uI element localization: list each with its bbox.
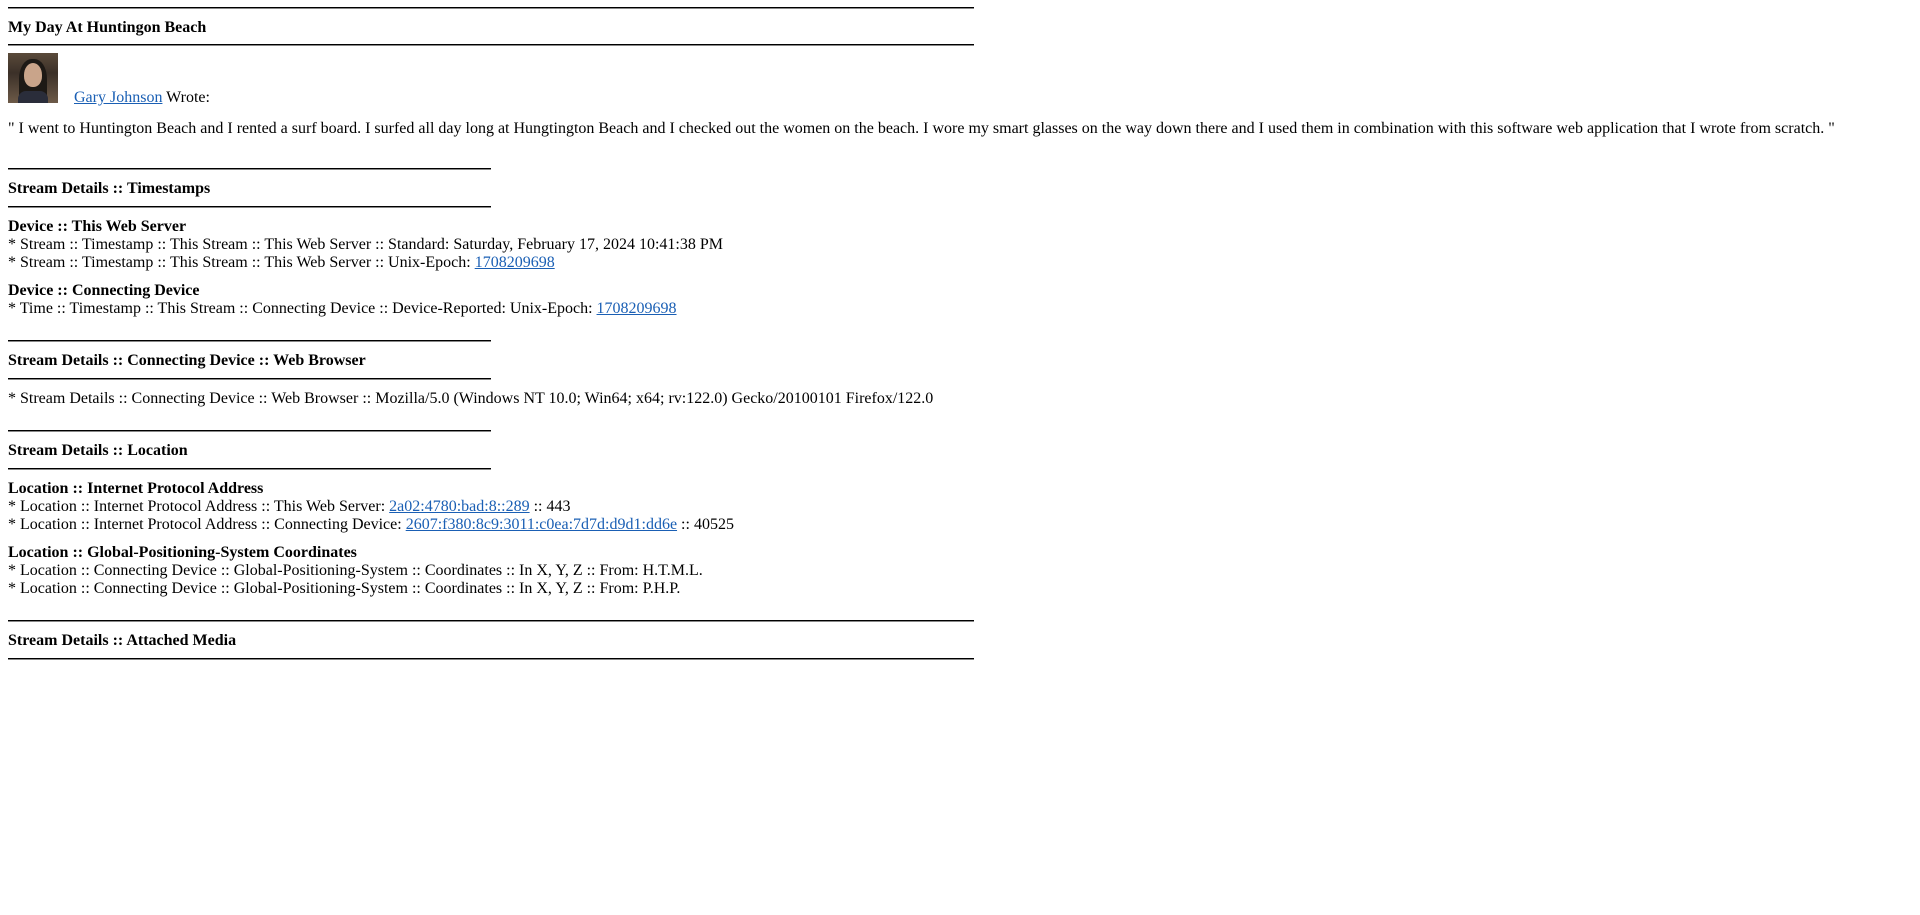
location-bottom-divider [8,468,491,470]
user-agent-line: * Stream Details :: Connecting Device ::… [8,390,934,407]
device-epoch-line: * Time :: Timestamp :: This Stream :: Co… [8,300,1908,318]
gps-html-line: * Location :: Connecting Device :: Globa… [8,562,703,579]
server-ip-label: * Location :: Internet Protocol Address … [8,498,390,515]
server-ip-link[interactable]: 2a02:4780:bad:8::289 [389,498,529,515]
gps-heading: Location :: Global-Positioning-System Co… [8,544,357,561]
browser-bottom-divider [8,378,491,380]
server-ip-line: * Location :: Internet Protocol Address … [8,498,1908,516]
media-heading: Stream Details :: Attached Media [8,632,237,649]
device-ip-link[interactable]: 2607:f380:8c9:3011:c0ea:7d7d:d9d1:dd6e [406,516,677,533]
wrote-label: Wrote: [166,89,210,106]
server-epoch-line: * Stream :: Timestamp :: This Stream :: … [8,254,1908,272]
server-epoch-link[interactable]: 1708209698 [475,254,555,271]
author-line: Gary Johnson Wrote: [74,89,210,107]
connecting-device-heading: Device :: Connecting Device [8,282,200,299]
device-ip-label: * Location :: Internet Protocol Address … [8,516,406,533]
server-standard-timestamp: * Stream :: Timestamp :: This Stream :: … [8,236,723,253]
title-bottom-divider [8,44,974,46]
device-port: :: 40525 [677,516,734,533]
browser-heading: Stream Details :: Connecting Device :: W… [8,352,366,369]
media-bottom-divider [8,658,974,660]
server-epoch-label: * Stream :: Timestamp :: This Stream :: … [8,254,475,271]
location-heading: Stream Details :: Location [8,442,188,459]
device-epoch-link[interactable]: 1708209698 [597,300,677,317]
ip-heading: Location :: Internet Protocol Address [8,480,264,497]
avatar-face [24,63,42,87]
server-device-heading: Device :: This Web Server [8,218,187,235]
author-link[interactable]: Gary Johnson [74,89,162,106]
post-body: " I went to Huntington Beach and I rente… [8,120,1835,137]
post-title: My Day At Huntingon Beach [8,19,207,36]
avatar-shirt [18,91,48,103]
timestamps-bottom-divider [8,206,491,208]
author-row: Gary Johnson Wrote: [8,53,1908,113]
timestamps-heading: Stream Details :: Timestamps [8,180,211,197]
device-epoch-label: * Time :: Timestamp :: This Stream :: Co… [8,300,597,317]
post-page: My Day At Huntingon Beach Gary Johnson W… [8,0,1908,660]
device-ip-line: * Location :: Internet Protocol Address … [8,516,1908,534]
avatar[interactable] [8,53,58,103]
server-port: :: 443 [529,498,571,515]
gps-php-line: * Location :: Connecting Device :: Globa… [8,580,681,597]
